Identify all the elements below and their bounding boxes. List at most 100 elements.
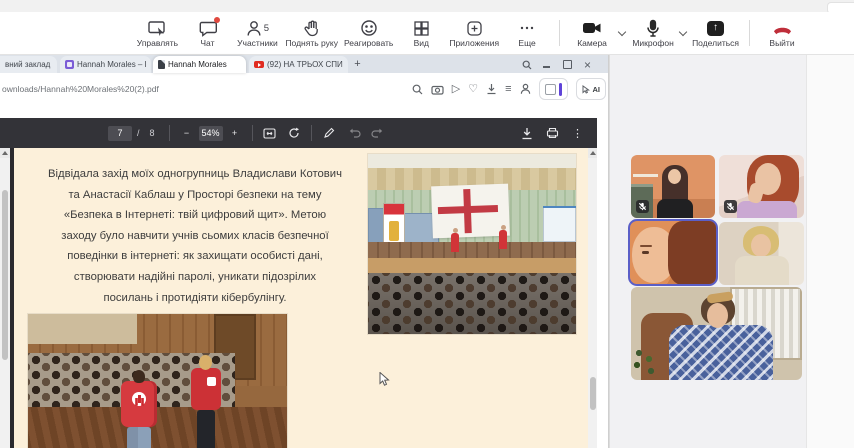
browser-search-button[interactable] — [518, 57, 535, 72]
browser-urlbar: ownloads/Hannah%20Morales%20(2).pdf ▷ ♡ … — [0, 73, 608, 105]
extensions-button[interactable] — [539, 78, 568, 100]
scroll-up-arrow[interactable] — [0, 148, 10, 158]
meeting-window: Управлять Чат 5 Участники — [0, 0, 854, 448]
react-label: Реагировать — [344, 39, 393, 48]
share-up-icon: ↑ — [707, 21, 724, 36]
pdf-print-button[interactable] — [546, 127, 559, 139]
pdf-scrollbar-thumb[interactable] — [590, 377, 596, 410]
scroll-up-arrow[interactable] — [588, 148, 597, 158]
pdf-scrollbar[interactable] — [588, 148, 597, 448]
participant-video-1[interactable] — [631, 155, 715, 218]
more-button[interactable]: Еще — [505, 14, 549, 52]
share-button[interactable]: ↑ Поделиться — [692, 14, 739, 52]
undo-button — [347, 123, 363, 143]
slide-photo-assembly-hall — [368, 154, 576, 334]
participants-panel — [609, 55, 854, 448]
participant-video-4[interactable] — [719, 222, 804, 285]
projection-screen — [543, 206, 576, 242]
red-cross-flag — [432, 183, 511, 238]
mic-label: Микрофон — [632, 39, 673, 48]
chat-unread-badge — [214, 17, 220, 23]
participants-label: Участники — [237, 39, 278, 48]
tab-presentation[interactable]: Hannah Morales – Презе — [60, 56, 151, 73]
share-label: Поделиться — [692, 39, 739, 48]
url-text[interactable]: ownloads/Hannah%20Morales%20(2).pdf — [2, 84, 159, 94]
zoom-out-button[interactable]: − — [179, 123, 195, 143]
media-player-icon[interactable]: ▷ — [452, 84, 460, 95]
participant-video-2[interactable] — [719, 155, 804, 218]
raise-hand-icon — [303, 19, 321, 38]
browser-content-gap — [0, 105, 608, 118]
camera-button[interactable]: Камера — [570, 14, 614, 52]
mic-chevron-icon[interactable] — [679, 27, 687, 35]
chat-label: Чат — [200, 39, 214, 48]
more-dots-icon — [518, 19, 536, 38]
minimize-button[interactable] — [538, 57, 555, 72]
mouse-cursor — [379, 372, 391, 387]
tab-school-site[interactable]: вний заклад «Пів.. — [0, 56, 57, 73]
pdf-page-total: 8 — [150, 128, 155, 138]
participant-video-5[interactable] — [631, 287, 802, 380]
presenter-figure — [499, 230, 507, 249]
pdf-page: Відвідала захід моїх одногрупниць Владис… — [14, 148, 588, 448]
mic-button[interactable]: Микрофон — [631, 14, 675, 52]
tab-youtube[interactable]: (92) НА ТРЬОХ СПИЦЯХ | — [249, 56, 348, 73]
reading-list-icon[interactable]: ≡ — [505, 84, 511, 95]
participants-button[interactable]: 5 Участники — [235, 14, 279, 52]
slide-line: Відвідала захід моїх одногрупниць Владис… — [16, 164, 374, 185]
panel-margin — [806, 55, 854, 448]
mic-muted-icon — [636, 200, 649, 213]
manage-button[interactable]: Управлять — [135, 14, 179, 52]
presentation-favicon — [65, 60, 74, 69]
pdf-page-current[interactable]: 7 — [108, 126, 132, 141]
zoom-in-button[interactable]: + — [227, 123, 243, 143]
maximize-button[interactable] — [559, 57, 576, 72]
new-tab-button[interactable]: + — [351, 58, 364, 71]
mic-icon — [646, 19, 660, 38]
pdf-content-area: Відвідала захід моїх одногрупниць Владис… — [0, 148, 597, 448]
maximize-icon — [563, 60, 572, 69]
ai-cursor-icon — [582, 85, 590, 94]
tab-pdf-active[interactable]: Hannah Morales — [153, 56, 246, 73]
slide-line: поведінки в інтернеті: як захищати особи… — [16, 246, 374, 267]
manage-label: Управлять — [137, 39, 178, 48]
leave-label: Выйти — [769, 39, 794, 48]
apps-plus-icon — [466, 19, 483, 38]
raise-hand-label: Поднять руку — [285, 39, 338, 48]
participants-count: 5 — [264, 23, 269, 34]
participant-video-3-active[interactable] — [628, 219, 718, 286]
slide-line: «Безпека в Інтернеті: твій цифровий щит»… — [16, 205, 374, 226]
redo-button — [369, 123, 385, 143]
rotate-button[interactable] — [286, 123, 302, 143]
close-button[interactable]: × — [579, 57, 596, 72]
raise-hand-button[interactable]: Поднять руку — [285, 14, 338, 52]
more-label: Еще — [518, 39, 535, 48]
zoom-level[interactable]: 54% — [199, 126, 223, 141]
chat-button[interactable]: Чат — [185, 14, 229, 52]
apps-button[interactable]: Приложения — [449, 14, 499, 52]
bookmark-heart-icon[interactable]: ♡ — [468, 84, 478, 95]
pdf-more-menu[interactable]: ⋮ — [572, 127, 583, 140]
leave-button[interactable]: Выйти — [760, 14, 804, 52]
fit-page-button[interactable] — [262, 123, 278, 143]
zoom-page-icon[interactable] — [412, 84, 423, 95]
meeting-toolbar: Управлять Чат 5 Участники — [0, 12, 854, 55]
ai-button[interactable]: AI — [576, 78, 607, 100]
camera-chevron-icon[interactable] — [618, 27, 626, 35]
browser-tabstrip: вний заклад «Пів.. Hannah Morales – През… — [0, 55, 608, 73]
pdf-download-button[interactable] — [521, 127, 533, 140]
view-button[interactable]: Вид — [399, 14, 443, 52]
snapshot-camera-icon[interactable] — [431, 84, 444, 95]
react-button[interactable]: Реагировать — [344, 14, 393, 52]
ai-label: AI — [593, 85, 601, 94]
slide-line: заходу було навчити учнів сьомих класів … — [16, 226, 374, 247]
toolbar-separator — [749, 20, 750, 46]
red-cross-volunteer — [189, 355, 223, 448]
left-scrollbar-thumb[interactable] — [2, 190, 8, 360]
grid-view-icon — [413, 19, 430, 38]
profile-icon[interactable] — [520, 83, 531, 95]
downloads-icon[interactable] — [486, 83, 497, 95]
left-scrollbar[interactable] — [0, 148, 10, 448]
annotate-pen-button[interactable] — [321, 123, 337, 143]
toolbar-separator — [559, 20, 560, 46]
